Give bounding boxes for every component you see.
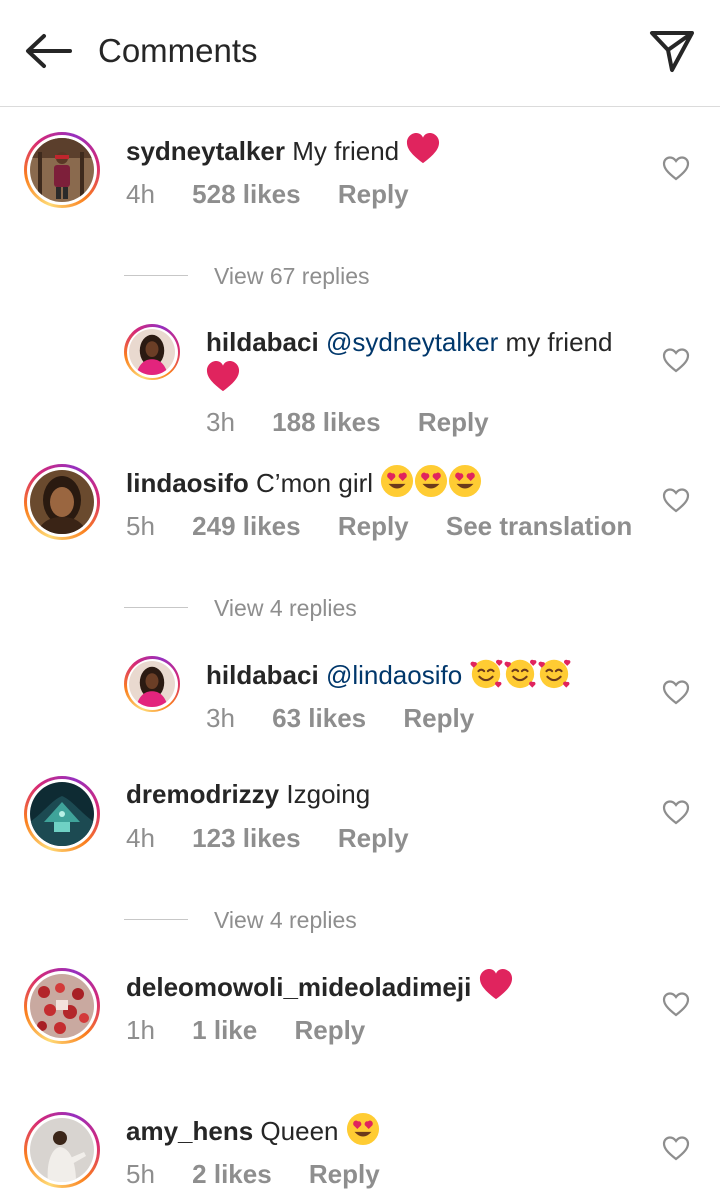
comment-likes[interactable]: 249 likes <box>192 511 300 541</box>
comment-likes[interactable]: 63 likes <box>272 703 366 733</box>
comment-time: 5h <box>126 511 155 541</box>
avatar-dremodrizzy[interactable] <box>24 776 100 852</box>
heart-eyes-emoji <box>346 1112 380 1146</box>
like-heart-icon[interactable] <box>662 155 690 181</box>
avatar-lindaosifo[interactable] <box>24 464 100 540</box>
avatar-amy-hens[interactable] <box>24 1112 100 1188</box>
comment-time: 3h <box>206 407 235 437</box>
comment-text: hildabaci @lindaosifo <box>206 656 571 693</box>
comment-time: 4h <box>126 823 155 853</box>
comment-time: 3h <box>206 703 235 733</box>
red-heart-emoji <box>206 360 240 394</box>
comment-body: My friend <box>292 136 400 166</box>
comment-meta: 1h 1 like Reply <box>126 1013 395 1047</box>
view-replies-label: View 4 replies <box>214 595 357 621</box>
mention-link[interactable]: @lindaosifo <box>326 660 462 690</box>
comment-likes[interactable]: 123 likes <box>192 823 300 853</box>
comment-text: sydneytalker My friend <box>126 132 440 169</box>
comment-text: dremodrizzy Izgoing <box>126 776 370 812</box>
comment-username[interactable]: hildabaci <box>206 327 319 357</box>
like-heart-icon[interactable] <box>662 799 690 825</box>
reply-button[interactable]: Reply <box>338 823 409 853</box>
avatar-hildabaci[interactable] <box>124 324 180 380</box>
comment-username[interactable]: deleomowoli_mideoladimeji <box>126 972 471 1002</box>
arrow-left-icon <box>26 34 72 68</box>
comment-username[interactable]: amy_hens <box>126 1116 253 1146</box>
comment-text: amy_hens Queen <box>126 1112 380 1149</box>
comment-body: my friend <box>505 327 613 357</box>
see-translation-button[interactable]: See translation <box>446 511 632 541</box>
avatar-deleomowoli[interactable] <box>24 968 100 1044</box>
comment-text: lindaosifo C’mon girl <box>126 464 482 501</box>
comment-meta: 4h 528 likes Reply <box>126 177 439 211</box>
like-heart-icon[interactable] <box>662 487 690 513</box>
back-button[interactable] <box>22 28 74 74</box>
avatar-sydneytalker[interactable] <box>24 132 100 208</box>
comment-meta: 3h 63 likes Reply <box>206 701 504 735</box>
reply-button[interactable]: Reply <box>338 179 409 209</box>
avatar-hildabaci[interactable] <box>124 656 180 712</box>
replies-divider <box>124 275 188 276</box>
comment-username[interactable]: lindaosifo <box>126 468 249 498</box>
reply-button[interactable]: Reply <box>403 703 474 733</box>
comment-likes[interactable]: 528 likes <box>192 179 300 209</box>
replies-divider <box>124 607 188 608</box>
reply-button[interactable]: Reply <box>338 511 409 541</box>
comment-body: Izgoing <box>286 779 371 809</box>
like-heart-icon[interactable] <box>662 679 690 705</box>
comment-meta: 5h 249 likes Reply See translation <box>126 509 662 543</box>
comment-time: 5h <box>126 1159 155 1189</box>
smiling-face-with-hearts-emoji <box>503 656 537 690</box>
comment-likes[interactable]: 188 likes <box>272 407 380 437</box>
reply-button[interactable]: Reply <box>309 1159 380 1189</box>
share-button[interactable] <box>646 26 698 76</box>
mention-link[interactable]: @sydneytalker <box>326 327 498 357</box>
comment-meta: 5h 2 likes Reply <box>126 1157 410 1191</box>
top-bar: Comments <box>0 0 720 107</box>
paper-plane-icon <box>650 31 694 72</box>
smiling-face-with-hearts-emoji <box>537 656 571 690</box>
view-replies-button[interactable]: View 67 replies <box>124 261 524 291</box>
comment-text: deleomowoli_mideoladimeji <box>126 968 513 1005</box>
comment-username[interactable]: dremodrizzy <box>126 779 279 809</box>
comment-time: 1h <box>126 1015 155 1045</box>
red-heart-emoji <box>479 968 513 1002</box>
replies-divider <box>124 919 188 920</box>
view-replies-button[interactable]: View 4 replies <box>124 905 524 935</box>
comment-time: 4h <box>126 179 155 209</box>
comment-likes[interactable]: 1 like <box>192 1015 257 1045</box>
reply-button[interactable]: Reply <box>294 1015 365 1045</box>
comment-body: Queen <box>260 1116 339 1146</box>
comment-likes[interactable]: 2 likes <box>192 1159 272 1189</box>
heart-eyes-emoji <box>380 464 414 498</box>
comment-body: C’mon girl <box>256 468 374 498</box>
heart-eyes-emoji <box>448 464 482 498</box>
comment-username[interactable]: hildabaci <box>206 660 319 690</box>
comment-username[interactable]: sydneytalker <box>126 136 285 166</box>
red-heart-emoji <box>406 132 440 166</box>
comment-text: hildabaci @sydneytalker my friend <box>206 324 646 397</box>
page-title: Comments <box>98 32 258 69</box>
like-heart-icon[interactable] <box>662 991 690 1017</box>
heart-eyes-emoji <box>414 464 448 498</box>
view-replies-button[interactable]: View 4 replies <box>124 593 524 623</box>
comment-meta: 3h 188 likes Reply <box>206 405 519 439</box>
like-heart-icon[interactable] <box>662 347 690 373</box>
smiling-face-with-hearts-emoji <box>469 656 503 690</box>
reply-button[interactable]: Reply <box>418 407 489 437</box>
like-heart-icon[interactable] <box>662 1135 690 1161</box>
view-replies-label: View 67 replies <box>214 263 370 289</box>
view-replies-label: View 4 replies <box>214 907 357 933</box>
comment-meta: 4h 123 likes Reply <box>126 821 439 855</box>
